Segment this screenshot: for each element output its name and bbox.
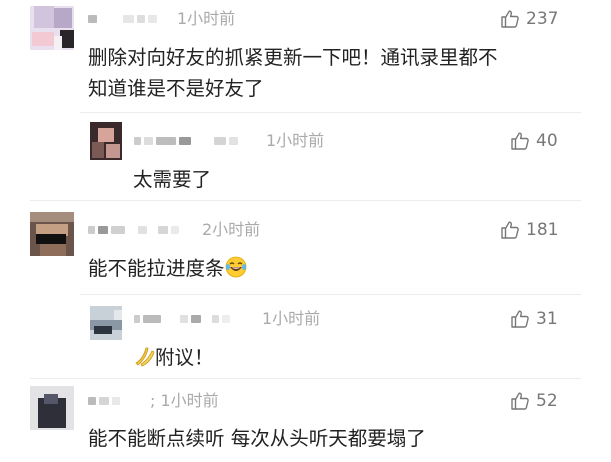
comment-time: 2小时前 <box>202 220 261 239</box>
like-button[interactable]: 52 <box>510 390 558 412</box>
username[interactable] <box>88 221 179 239</box>
avatar[interactable] <box>30 386 74 430</box>
thumbs-up-icon <box>511 392 529 410</box>
avatar[interactable] <box>30 6 74 50</box>
thumbs-up-icon <box>511 310 529 328</box>
reply-item: 1小时前 31 附议！ <box>0 294 611 376</box>
thumbs-up-icon <box>511 132 529 150</box>
thumbs-up-icon <box>501 10 519 28</box>
comment-item: 2小时前 181 能不能拉进度条 <box>0 202 611 294</box>
username[interactable] <box>134 310 230 328</box>
laughing-tears-emoji <box>225 256 246 278</box>
like-button[interactable]: 181 <box>500 219 558 241</box>
like-count: 52 <box>536 391 558 411</box>
like-button[interactable]: 31 <box>510 308 558 330</box>
comment-time: 1小时前 <box>266 131 325 150</box>
comment-item: 1小时前 237 删除对向好友的抓紧更新一下吧！通讯录里都不 知道谁是不是好友了 <box>0 0 611 120</box>
username[interactable] <box>88 392 120 410</box>
comment-time: 1小时前 <box>262 309 321 328</box>
like-count: 237 <box>526 9 559 29</box>
comment-text: 太需要了 <box>133 168 212 191</box>
like-count: 40 <box>536 131 558 151</box>
avatar[interactable] <box>90 306 122 340</box>
time-prefix: ; <box>150 391 161 410</box>
comment-text-content: 附议！ <box>155 346 214 369</box>
username[interactable] <box>88 10 157 28</box>
comment-item: ; 1小时前 52 能不能断点续听 每次从头听天都要塌了 <box>0 378 611 462</box>
time-value: 1小时前 <box>160 391 219 410</box>
comment-text: 附议！ <box>133 343 214 372</box>
comment-time: 1小时前 <box>177 9 236 28</box>
like-count: 31 <box>536 309 558 329</box>
comment-text-content: 能不能拉进度条 <box>88 257 225 280</box>
reply-item: 1小时前 40 太需要了 <box>0 112 611 197</box>
divider <box>30 200 581 201</box>
comment-text: 能不能断点续听 每次从头听天都要塌了 <box>88 427 426 450</box>
banana-emoji <box>135 347 155 367</box>
avatar[interactable] <box>90 122 122 160</box>
comment-text-line2: 知道谁是不是好友了 <box>88 77 264 100</box>
username[interactable] <box>134 132 238 150</box>
like-button[interactable]: 237 <box>500 8 558 30</box>
comment-text: 删除对向好友的抓紧更新一下吧！通讯录里都不 <box>88 46 498 69</box>
comment-text: 能不能拉进度条 <box>88 254 247 283</box>
avatar[interactable] <box>30 212 74 256</box>
thumbs-up-icon <box>501 221 519 239</box>
comment-time: ; 1小时前 <box>150 392 219 410</box>
like-button[interactable]: 40 <box>510 130 558 152</box>
like-count: 181 <box>526 220 559 240</box>
